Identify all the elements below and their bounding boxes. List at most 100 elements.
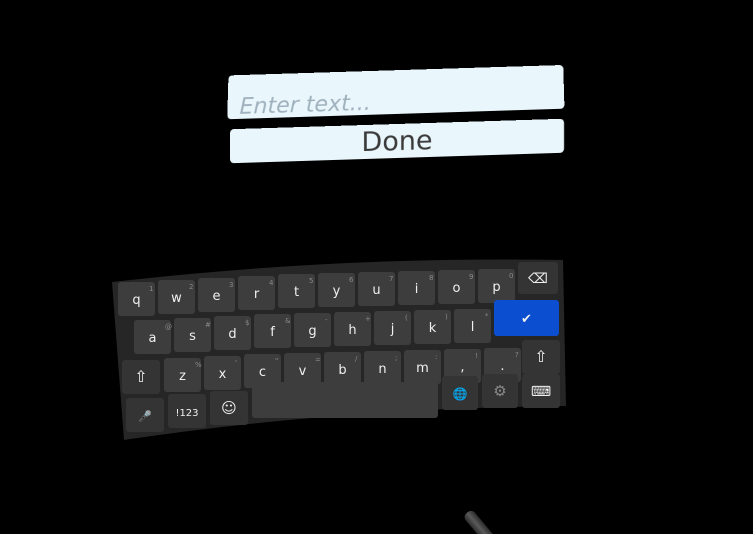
key-o[interactable]: 9o	[438, 270, 475, 304]
key-label: h	[348, 323, 356, 338]
key-label: m	[416, 361, 429, 376]
key-hint-label: #	[205, 321, 211, 329]
key-hint-label: &	[285, 317, 291, 325]
key-hint-label: 3	[229, 281, 233, 289]
key-hint-label: '	[235, 359, 237, 367]
key-label: o	[453, 281, 461, 296]
key-z[interactable]: %z	[164, 358, 202, 392]
key-label: u	[372, 283, 380, 298]
key-hint-label: 0	[509, 272, 513, 280]
key-e[interactable]: 3e	[198, 278, 235, 312]
virtual-keyboard: 1 q 2 w 3 e 4 r 5 t 6 y 7 u 8 i 9 o 0 p ⌫ @ a # s $ d & f - g + h(j) k * l ✔…	[112, 256, 566, 440]
key-hint-label: 5	[309, 277, 313, 285]
text-input-field[interactable]: Enter text...	[227, 64, 565, 120]
key-label: t	[294, 285, 299, 300]
globe-icon: 🌐	[453, 387, 468, 401]
key-hint-label: !	[475, 352, 478, 360]
globe-key[interactable]: 🌐	[442, 376, 478, 410]
key-label: !123	[175, 408, 198, 419]
key-x[interactable]: 'x	[204, 356, 241, 390]
key-label: j	[390, 322, 395, 337]
key-label: s	[189, 329, 196, 344]
key-hint-label: 2	[189, 283, 193, 291]
key-hint-label: ;	[395, 354, 397, 362]
key-k[interactable]: )k	[414, 310, 451, 344]
key-hint-label: $	[245, 319, 249, 327]
shift-left-key[interactable]: ⇧	[122, 360, 160, 394]
key-i[interactable]: 8i	[398, 271, 435, 305]
key-hint-label: "	[275, 357, 278, 365]
key-hint-label: 9	[469, 273, 473, 281]
key-s[interactable]: #s	[174, 318, 211, 352]
key-label: q	[132, 293, 140, 308]
microphone-icon: 🎤	[138, 409, 152, 423]
key-label: a	[149, 331, 157, 346]
key-u[interactable]: 7u	[358, 272, 395, 306]
key-label: x	[219, 367, 227, 382]
text-input-placeholder: Enter text...	[239, 90, 371, 120]
settings-key[interactable]: ⚙	[482, 374, 518, 408]
key-label: g	[308, 324, 316, 339]
backspace-icon: ⌫	[528, 271, 548, 287]
key-hint-label: (	[405, 314, 408, 322]
enter-key[interactable]: ✔	[494, 300, 559, 336]
key-y[interactable]: 6y	[318, 273, 355, 307]
key-label: w	[171, 291, 182, 306]
key-label: d	[228, 327, 236, 342]
key-f[interactable]: &f	[254, 314, 291, 348]
key-v[interactable]: =v	[284, 353, 321, 387]
mic-key[interactable]: 🎤	[126, 398, 164, 432]
vr-scene: Enter text... Done 1 q 2 w 3 e 4 r 5 t 6 y 7 u 8 i 9 o 0 p ⌫…	[0, 0, 753, 534]
key-label: k	[429, 321, 437, 336]
shift-arrow-icon: ⇧	[134, 367, 147, 386]
key-w[interactable]: 2w	[158, 280, 195, 314]
shift-right-key[interactable]: ⇧	[522, 340, 560, 374]
done-button[interactable]: Done	[230, 118, 564, 164]
symbols-key[interactable]: !123	[168, 394, 206, 428]
key-hint-label: 4	[269, 279, 274, 287]
key-j[interactable]: (j	[374, 311, 411, 345]
key-p[interactable]: 0p	[478, 269, 515, 303]
key-label: v	[299, 364, 307, 379]
key-hint-label: @	[165, 323, 172, 331]
backspace-key[interactable]: ⌫	[518, 262, 558, 294]
emoji-key[interactable]: ☺	[210, 391, 248, 425]
key-label: n	[378, 362, 386, 377]
key-hint-label: 7	[389, 275, 393, 283]
key-t[interactable]: 5t	[278, 274, 315, 308]
key-a[interactable]: @a	[134, 320, 172, 354]
key-hint-label: +	[365, 315, 371, 323]
key-label: z	[179, 369, 186, 384]
key-hint-label: 1	[149, 285, 153, 293]
hide-keyboard-key[interactable]: ⌨	[522, 374, 560, 408]
key-hint-label: :	[435, 353, 437, 361]
key-g[interactable]: -g	[294, 313, 331, 347]
key-q[interactable]: 1q	[118, 282, 155, 316]
key-label: f	[270, 325, 275, 340]
vr-controller	[462, 508, 498, 534]
key-l[interactable]: *l	[454, 309, 491, 343]
key-d[interactable]: $d	[214, 316, 251, 350]
gear-icon: ⚙	[493, 382, 506, 400]
key-hint-label: %	[195, 361, 202, 369]
key-b[interactable]: /b	[324, 352, 361, 386]
key-label: e	[213, 289, 221, 304]
key-hint-label: )	[445, 313, 448, 321]
emoji-icon: ☺	[221, 399, 237, 417]
key-label: b	[338, 363, 346, 378]
key-label: c	[259, 365, 266, 380]
key-label: i	[415, 282, 419, 297]
key-label: r	[254, 287, 260, 302]
key-label: l	[471, 320, 475, 335]
space-key[interactable]	[252, 382, 438, 418]
key-label: ,	[460, 360, 464, 375]
key-r[interactable]: 4r	[238, 276, 275, 310]
key-hint-label: 6	[349, 276, 354, 284]
key-h[interactable]: +h	[334, 312, 371, 346]
key-m[interactable]: :m	[404, 350, 441, 384]
key-n[interactable]: ;n	[364, 351, 401, 385]
key-hint-label: ?	[515, 351, 519, 359]
key-label: p	[492, 280, 500, 295]
key-hint-label: *	[485, 312, 489, 320]
key-hint-label: =	[315, 356, 321, 364]
